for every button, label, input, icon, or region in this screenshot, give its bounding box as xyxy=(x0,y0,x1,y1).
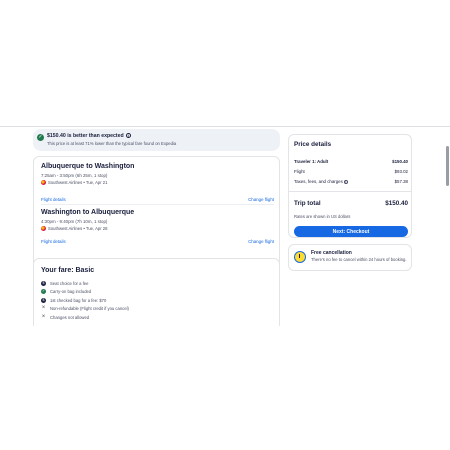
change-flight-link[interactable]: Change flight xyxy=(248,239,274,244)
fare-feature: $1st checked bag for a fee: $70 xyxy=(41,297,107,303)
free-cancellation-card: Free cancellation There's no fee to canc… xyxy=(288,244,412,271)
checkout-review-page: ✓ $150.40 is better than expected i This … xyxy=(0,126,450,326)
fare-title: Your fare: Basic xyxy=(41,267,95,274)
segment-route: Washington to Albuquerque xyxy=(41,209,135,216)
bag-icon: $ xyxy=(41,297,46,303)
info-icon[interactable]: i xyxy=(343,179,348,184)
taxes-row: Taxes, fees, and charges i $57.38 xyxy=(294,179,408,184)
price-insight-banner: ✓ $150.40 is better than expected i This … xyxy=(33,129,280,151)
fare-card: Your fare: Basic $ Seat choice for a fee … xyxy=(33,258,280,326)
price-details-card: Price details Traveler 1: Adult $150.40 … xyxy=(288,134,412,238)
seat-icon: $ xyxy=(41,280,46,286)
clock-icon xyxy=(294,251,306,263)
flight-details-link[interactable]: Flight details xyxy=(41,197,66,202)
cancellation-subtitle: There's no fee to cancel within 24 hours… xyxy=(311,257,407,262)
info-icon[interactable]: i xyxy=(125,133,131,139)
traveler-row: Traveler 1: Adult $150.40 xyxy=(294,159,408,164)
flight-segment-outbound: Albuquerque to Washington 7:25am - 3:50p… xyxy=(41,163,274,202)
page-scrollbar[interactable] xyxy=(446,146,449,186)
airline-logo-icon xyxy=(41,180,46,185)
check-circle-icon: ✓ xyxy=(37,134,44,141)
trip-total-row: Trip total $150.40 xyxy=(294,200,408,207)
close-icon: × xyxy=(41,313,46,320)
banner-subtitle: This price is at least 71% lower than th… xyxy=(47,141,177,146)
change-flight-link[interactable]: Change flight xyxy=(248,197,274,202)
segment-divider xyxy=(41,204,274,205)
next-checkout-button[interactable]: Next: Checkout xyxy=(294,226,408,237)
currency-note: Rates are shown in US dollars xyxy=(294,214,351,219)
segment-time: 4:30pm - 9:40pm (7h 10m, 1 stop) xyxy=(41,219,108,224)
segment-route: Albuquerque to Washington xyxy=(41,163,135,170)
fare-feature: × Non-refundable (Flight credit if you ca… xyxy=(41,305,129,312)
flight-details-link[interactable]: Flight details xyxy=(41,239,66,244)
flight-segment-return: Washington to Albuquerque 4:30pm - 9:40p… xyxy=(41,209,274,247)
cancellation-title: Free cancellation xyxy=(311,250,352,256)
price-details-title: Price details xyxy=(294,141,332,148)
banner-title: $150.40 is better than expected i xyxy=(47,133,131,139)
fare-feature: ✓ Carry-on bag included xyxy=(41,289,92,295)
airline-logo-icon xyxy=(41,226,46,231)
price-divider xyxy=(289,191,411,192)
flight-price-row: Flight $93.02 xyxy=(294,169,408,174)
check-icon: ✓ xyxy=(41,289,46,295)
fare-feature: × Changes not allowed xyxy=(41,313,90,320)
segment-airline: Southwest Airlines • Tue, Apr 21 xyxy=(41,180,274,185)
top-divider xyxy=(0,126,450,127)
segment-airline: Southwest Airlines • Tue, Apr 28 xyxy=(41,226,274,231)
segment-time: 7:25am - 3:50pm (6h 25m, 1 stop) xyxy=(41,173,108,178)
fare-features-list: $ Seat choice for a fee ✓ Carry-on bag inc… xyxy=(41,279,129,322)
fare-feature: $ Seat choice for a fee xyxy=(41,280,89,286)
close-icon: × xyxy=(41,305,46,312)
